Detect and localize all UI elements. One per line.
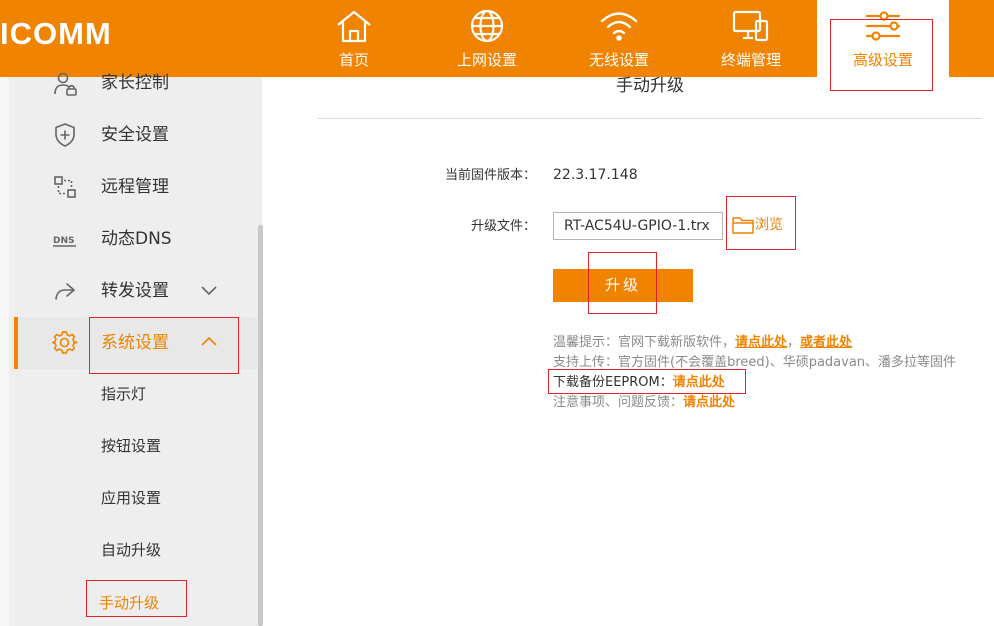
dns-icon: DNS [52,226,78,252]
sidebar-item-forwarding[interactable]: 转发设置 [14,265,258,317]
sliders-icon [863,8,903,44]
sidebar-subitem-label: 应用设置 [101,489,162,507]
page-title: 手动升级 [616,76,684,96]
tip-text: 注意事项、问题反馈： [553,395,684,410]
folder-icon [732,215,754,234]
upgrade-file-input[interactable]: RT-AC54U-GPIO-1.trx [553,212,723,240]
sidebar-subitem-label: 指示灯 [101,385,147,403]
nav-label: 上网设置 [456,51,517,69]
alternate-download-link[interactable]: 或者此处 [800,335,852,350]
tip-separator: ， [787,335,801,350]
nav-internet-settings[interactable]: 上网设置 [421,0,553,77]
eeprom-backup-link[interactable]: 请点此处 [673,375,725,390]
firmware-version-value: 22.3.17.148 [553,167,638,183]
sidebar-item-label: 家长控制 [101,73,169,93]
feedback-link[interactable]: 请点此处 [683,395,735,410]
parental-control-icon [52,70,78,96]
sidebar-subitem-button-settings[interactable]: 按钮设置 [14,420,258,472]
nav-device-management[interactable]: 终端管理 [685,0,817,77]
remote-management-icon [52,174,78,200]
tip-line-feedback: 注意事项、问题反馈：请点此处 [553,394,735,412]
tip-line-supported-firmware: 支持上传：官方固件(不会覆盖breed)、华硕padavan、潘多拉等固件 [553,354,956,372]
nav-wireless-settings[interactable]: 无线设置 [553,0,685,77]
shield-icon [52,122,78,148]
home-icon [334,8,374,44]
official-download-link[interactable]: 请点此处 [735,335,787,350]
upgrade-button[interactable]: 升级 [553,269,693,302]
tip-line-eeprom: 下载备份EEPROM：请点此处 [553,374,725,392]
browse-label: 浏览 [755,217,783,233]
sidebar-item-label: 动态DNS [101,229,172,249]
sidebar-item-system-settings[interactable]: 系统设置 [14,317,258,369]
sidebar-subitem-indicator-light[interactable]: 指示灯 [14,368,258,420]
upgrade-file-label: 升级文件： [470,219,536,234]
sidebar-item-dynamic-dns[interactable]: DNS 动态DNS [14,213,258,265]
nav-label: 无线设置 [588,51,649,69]
sidebar-item-label: 远程管理 [101,177,169,197]
sidebar-item-remote-management[interactable]: 远程管理 [14,161,258,213]
tip-text: 下载备份EEPROM： [553,375,673,390]
sidebar-edge [0,77,9,626]
sidebar-subitem-label: 手动升级 [99,594,160,612]
sidebar-subitem-app-settings[interactable]: 应用设置 [14,472,258,524]
firmware-version-label: 当前固件版本： [444,168,536,183]
nav-label: 首页 [338,51,369,69]
sidebar-item-label: 系统设置 [101,333,169,353]
title-divider [318,118,982,119]
nav-label: 终端管理 [720,51,781,69]
sidebar-item-security[interactable]: 安全设置 [14,109,258,161]
tip-text: 支持上传：官方固件(不会覆盖breed)、华硕padavan、潘多拉等固件 [553,355,957,370]
sidebar-scrollbar[interactable] [258,225,263,626]
router-admin-page: ICOMM 首页 上网设置 无线设置 终端管理 高级设置 家长控制 安全设置 远… [0,0,994,626]
sidebar-item-label: 安全设置 [101,125,169,145]
tip-line-download: 温馨提示：官网下载新版软件，请点此处，或者此处 [553,334,852,352]
devices-icon [731,8,771,44]
nav-label: 高级设置 [852,51,913,69]
sidebar-subitem-label: 自动升级 [101,541,162,559]
sidebar-item-parental-control[interactable]: 家长控制 [14,57,258,109]
nav-advanced-settings[interactable]: 高级设置 [817,0,949,77]
nav-home[interactable]: 首页 [288,0,420,77]
svg-text:DNS: DNS [53,236,75,246]
tip-text: 温馨提示：官网下载新版软件， [553,335,736,350]
share-arrow-icon [52,278,78,304]
sidebar-item-label: 转发设置 [101,281,169,301]
sidebar-subitem-auto-upgrade[interactable]: 自动升级 [14,524,258,576]
wifi-icon [599,8,639,44]
globe-icon [467,8,507,44]
chevron-up-icon[interactable] [200,333,218,351]
gear-icon [51,330,78,356]
sidebar-subitem-label: 按钮设置 [101,437,162,455]
chevron-down-icon[interactable] [200,281,218,299]
sidebar-subitem-manual-upgrade[interactable]: 手动升级 [14,576,258,626]
